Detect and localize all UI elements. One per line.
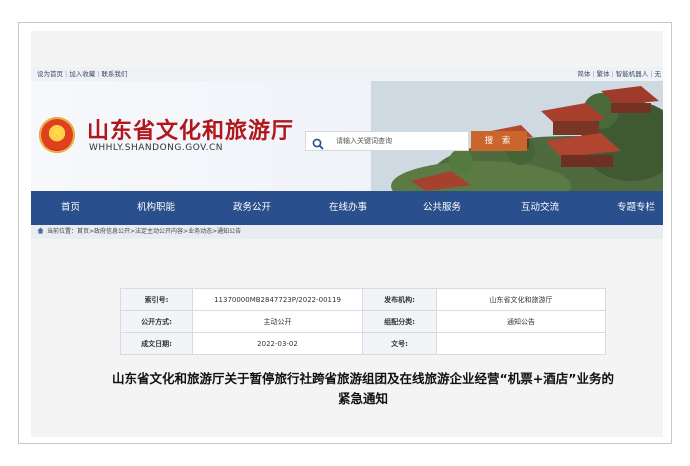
document-title: 山东省文化和旅游厅关于暂停旅行社跨省旅游组团及在线旅游企业经营“机票+酒店”业务… [112, 371, 614, 406]
category-value: 通知公告 [436, 310, 606, 333]
search-button[interactable]: 搜 索 [471, 131, 527, 151]
nav-item-interaction[interactable]: 互动交流 [521, 191, 559, 225]
index-number-label: 索引号: [120, 288, 193, 311]
disclosure-method-label: 公开方式: [120, 310, 193, 333]
utility-links-left: 设为首页 | 加入收藏 | 联系我们 [37, 67, 127, 81]
written-date-value: 2022-03-02 [192, 332, 363, 355]
contact-us-link[interactable]: 联系我们 [101, 70, 127, 78]
document-number-label: 文号: [362, 332, 437, 355]
document-info-table: 索引号: 11370000MB2847723P/2022-00119 发布机构:… [120, 288, 606, 355]
breadcrumb-text[interactable]: 当前位置：首页>政府信息公开>法定主动公开内容>业务动态>通知公告 [47, 228, 241, 235]
table-row: 公开方式: 主动公开 组配分类: 通知公告 [120, 310, 606, 333]
accessibility-link[interactable]: 无 [655, 70, 662, 78]
search-icon [312, 135, 324, 154]
nav-item-public-services[interactable]: 公共服务 [423, 191, 461, 225]
main-nav: 首页 机构职能 政务公开 在线办事 公共服务 互动交流 专题专栏 [31, 191, 663, 225]
document-number-value [436, 332, 606, 355]
category-label: 组配分类: [362, 310, 437, 333]
add-favorite-link[interactable]: 加入收藏 [69, 70, 95, 78]
breadcrumb: 当前位置：首页>政府信息公开>法定主动公开内容>业务动态>通知公告 [31, 225, 663, 239]
search-placeholder: 请输入关键词查询 [336, 137, 392, 145]
search-input[interactable]: 请输入关键词查询 [305, 131, 469, 151]
national-emblem-logo [39, 117, 75, 153]
nav-item-home[interactable]: 首页 [61, 191, 80, 225]
set-homepage-link[interactable]: 设为首页 [37, 70, 63, 78]
site-domain: WHHLY.SHANDONG.GOV.CN [89, 143, 224, 153]
traditional-chinese-link[interactable]: 繁体 [597, 70, 610, 78]
index-number-value: 11370000MB2847723P/2022-00119 [192, 288, 363, 311]
table-row: 成文日期: 2022-03-02 文号: [120, 332, 606, 355]
nav-item-special-topics[interactable]: 专题专栏 [617, 191, 655, 225]
publisher-value: 山东省文化和旅游厅 [436, 288, 606, 311]
nav-item-gov-affairs[interactable]: 政务公开 [233, 191, 271, 225]
site-header: 山东省文化和旅游厅 WHHLY.SHANDONG.GOV.CN 请输入关键词查询… [31, 81, 663, 191]
table-row: 索引号: 11370000MB2847723P/2022-00119 发布机构:… [120, 288, 606, 311]
chatbot-link[interactable]: 智能机器人 [616, 70, 649, 78]
top-utility-bar: 设为首页 | 加入收藏 | 联系我们 简体 | 繁体 | 智能机器人 | 无 [31, 67, 663, 81]
publisher-label: 发布机构: [362, 288, 437, 311]
site-title[interactable]: 山东省文化和旅游厅 [87, 113, 294, 145]
simplified-chinese-link[interactable]: 简体 [577, 70, 590, 78]
written-date-label: 成文日期: [120, 332, 193, 355]
utility-links-right: 简体 | 繁体 | 智能机器人 | 无 [577, 67, 661, 81]
web-page: 设为首页 | 加入收藏 | 联系我们 简体 | 繁体 | 智能机器人 | 无 ★… [31, 31, 663, 437]
nav-item-functions[interactable]: 机构职能 [137, 191, 175, 225]
home-icon [37, 227, 44, 234]
nav-item-online-services[interactable]: 在线办事 [329, 191, 367, 225]
screenshot-frame: 设为首页 | 加入收藏 | 联系我们 简体 | 繁体 | 智能机器人 | 无 ★… [18, 22, 672, 444]
disclosure-method-value: 主动公开 [192, 310, 363, 333]
